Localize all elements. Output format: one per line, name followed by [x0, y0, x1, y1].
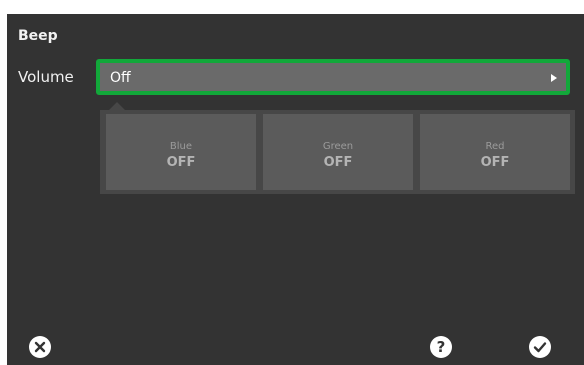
dropdown-pointer [109, 102, 125, 110]
option-state: OFF [480, 155, 510, 170]
volume-select[interactable]: Off [96, 59, 570, 95]
volume-select-value: Off [110, 70, 131, 86]
option-red[interactable]: Red OFF [420, 114, 570, 190]
option-name: Green [322, 141, 354, 152]
option-state: OFF [166, 155, 196, 170]
check-icon [533, 342, 547, 353]
page-title: Beep [18, 28, 58, 44]
close-icon [34, 341, 46, 353]
option-green[interactable]: Green OFF [263, 114, 413, 190]
confirm-button[interactable] [529, 336, 551, 358]
option-state: OFF [323, 155, 353, 170]
options-panel: Blue OFF Green OFF Red OFF [100, 110, 575, 194]
beep-settings-screen: Beep Volume Off Blue OFF Green OFF Red O… [7, 14, 584, 365]
option-name: Blue [169, 141, 193, 152]
cancel-button[interactable] [29, 336, 51, 358]
volume-label: Volume [18, 68, 74, 86]
option-name: Red [485, 141, 505, 152]
chevron-right-icon [551, 74, 557, 82]
option-blue[interactable]: Blue OFF [106, 114, 256, 190]
help-icon: ? [436, 337, 446, 356]
help-button[interactable]: ? [430, 336, 452, 358]
